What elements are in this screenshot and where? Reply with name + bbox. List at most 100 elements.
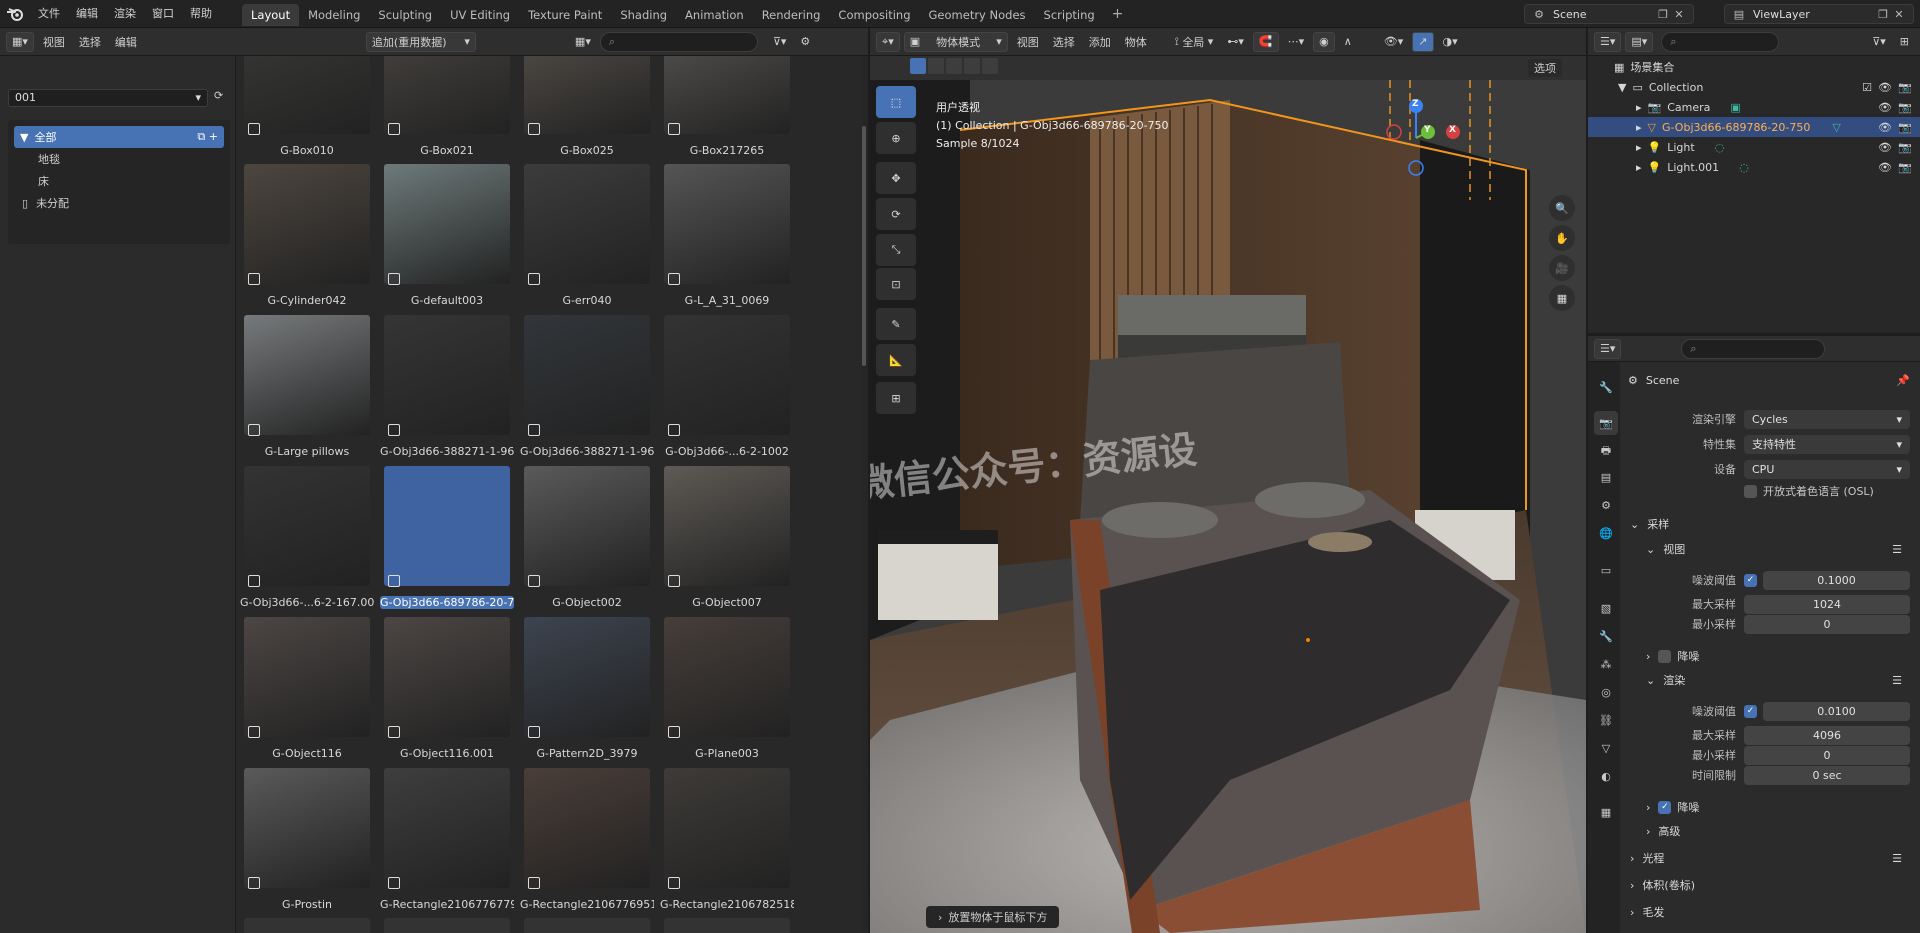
subsection-viewport[interactable]: ⌄ 视图 ☰ bbox=[1646, 537, 1910, 561]
render-tab-icon[interactable]: 📷 bbox=[1594, 411, 1618, 435]
camera-render-icon[interactable]: 📷 bbox=[1898, 121, 1912, 134]
asset-checkbox[interactable] bbox=[668, 575, 680, 587]
denoise-checkbox[interactable] bbox=[1658, 649, 1672, 663]
menu-help[interactable]: 帮助 bbox=[182, 0, 220, 28]
asset-thumbnail[interactable] bbox=[384, 918, 510, 933]
world-tab-icon[interactable]: 🌐 bbox=[1594, 521, 1618, 545]
asset-tile[interactable]: G-Rectangle2106776951 bbox=[520, 768, 654, 919]
vp-max-samples-field[interactable]: 1024 bbox=[1744, 594, 1910, 614]
asset-checkbox[interactable] bbox=[248, 575, 260, 587]
asset-checkbox[interactable] bbox=[668, 877, 680, 889]
camera-render-icon[interactable]: 📷 bbox=[1898, 141, 1912, 154]
asset-tile[interactable]: G-Box010 bbox=[240, 56, 374, 165]
zoom-icon[interactable]: 🔍 bbox=[1549, 195, 1575, 221]
properties-search-input[interactable]: ⌕ bbox=[1681, 338, 1826, 359]
pan-hand-icon[interactable]: ✋ bbox=[1549, 225, 1575, 251]
eye-icon[interactable]: 👁 bbox=[1878, 81, 1892, 94]
blender-logo-icon[interactable] bbox=[0, 0, 30, 28]
menu-select[interactable]: 选择 bbox=[1048, 32, 1080, 52]
operator-hint-bar[interactable]: › 放置物体于鼠标下方 bbox=[926, 906, 1060, 928]
menu-select[interactable]: 选择 bbox=[74, 32, 106, 52]
denoise-render-checkbox[interactable]: ✓ bbox=[1658, 800, 1672, 814]
outliner-root[interactable]: ▦ 场景集合 bbox=[1588, 57, 1920, 77]
falloff-icon[interactable]: ∧ bbox=[1339, 32, 1357, 52]
section-light-paths[interactable]: › 光程 ☰ bbox=[1630, 846, 1910, 870]
asset-tile[interactable]: G-Obj3d66-...6-2-167.002 bbox=[240, 466, 374, 617]
asset-checkbox[interactable] bbox=[248, 424, 260, 436]
eye-icon[interactable]: 👁 bbox=[1878, 101, 1892, 114]
outliner-item-camera[interactable]: ▸ 📷 Camera ▣ 👁 📷 bbox=[1588, 97, 1920, 117]
asset-checkbox[interactable] bbox=[528, 273, 540, 285]
measure-tool-icon[interactable]: 📐 bbox=[876, 344, 916, 376]
select-new-icon[interactable] bbox=[910, 58, 926, 74]
vp-min-samples-field[interactable]: 0 bbox=[1744, 614, 1910, 634]
device-dropdown[interactable]: CPU ▾ bbox=[1744, 459, 1910, 479]
outliner-item-light-001[interactable]: ▸ 💡 Light.001 ◌ 👁 📷 bbox=[1588, 157, 1920, 177]
outliner-item-mesh[interactable]: ▸ ▽ G-Obj3d66-689786-20-750 ▽ 👁 📷 bbox=[1588, 117, 1920, 137]
filter-icon[interactable]: ⊽▾ bbox=[768, 32, 792, 52]
noise-threshold-checkbox[interactable]: ✓ bbox=[1744, 704, 1757, 718]
asset-tile[interactable]: G-Cylinder042 bbox=[240, 164, 374, 315]
menu-edit[interactable]: 编辑 bbox=[110, 32, 142, 52]
subsection-advanced[interactable]: › 高级 bbox=[1646, 819, 1910, 843]
rotate-tool-icon[interactable]: ⟳ bbox=[876, 198, 916, 230]
asset-tile[interactable]: G-Prostin bbox=[240, 768, 374, 919]
annotate-tool-icon[interactable]: ✎ bbox=[876, 308, 916, 340]
tab-sculpting[interactable]: Sculpting bbox=[369, 4, 441, 26]
transform-tool-icon[interactable]: ⊡ bbox=[876, 268, 916, 300]
add-workspace-button[interactable]: + bbox=[1104, 6, 1132, 22]
gear-icon[interactable]: ⚙ bbox=[795, 32, 815, 52]
asset-tile[interactable]: G-Object116 bbox=[240, 617, 374, 768]
asset-checkbox[interactable] bbox=[668, 273, 680, 285]
asset-tile[interactable]: G-L_A_31_0069 bbox=[660, 164, 794, 315]
camera-view-icon[interactable]: 🎥 bbox=[1549, 255, 1575, 281]
asset-thumbnail[interactable] bbox=[244, 918, 370, 933]
checkbox-icon[interactable]: ☑ bbox=[1862, 81, 1872, 94]
display-mode-button[interactable]: ▤▾ bbox=[1625, 31, 1654, 52]
scale-tool-icon[interactable]: ⤡ bbox=[876, 234, 916, 266]
menu-view[interactable]: 视图 bbox=[1012, 32, 1044, 52]
add-catalog-icon[interactable]: ⧉ + bbox=[197, 130, 218, 144]
pivot-icon[interactable]: ⊷▾ bbox=[1222, 32, 1249, 52]
menu-window[interactable]: 窗口 bbox=[144, 0, 182, 28]
filter-icon[interactable]: ⊽▾ bbox=[1867, 32, 1891, 52]
pin-icon[interactable]: 📌 bbox=[1896, 374, 1910, 387]
refresh-icon[interactable]: ⟳ bbox=[214, 89, 230, 107]
asset-checkbox[interactable] bbox=[668, 424, 680, 436]
asset-checkbox[interactable] bbox=[668, 123, 680, 135]
tab-rendering[interactable]: Rendering bbox=[753, 4, 830, 26]
cursor-tool-icon[interactable]: ⊕ bbox=[876, 122, 916, 154]
view-layer-selector[interactable]: ▤ ViewLayer ❐ ✕ bbox=[1724, 4, 1914, 24]
select-intersect-icon[interactable] bbox=[982, 58, 998, 74]
asset-checkbox[interactable] bbox=[388, 726, 400, 738]
subsection-denoise-render[interactable]: › ✓ 降噪 bbox=[1646, 795, 1910, 819]
asset-tile[interactable]: G-Obj3d66-...6-2-1002 bbox=[660, 315, 794, 466]
asset-checkbox[interactable] bbox=[388, 575, 400, 587]
noise-threshold-checkbox[interactable]: ✓ bbox=[1744, 573, 1757, 587]
copy-icon[interactable]: ❐ bbox=[1875, 6, 1891, 22]
asset-checkbox[interactable] bbox=[528, 877, 540, 889]
asset-checkbox[interactable] bbox=[668, 726, 680, 738]
tab-shading[interactable]: Shading bbox=[611, 4, 676, 26]
output-tab-icon[interactable]: 🖶 bbox=[1594, 439, 1618, 463]
viewport-panel[interactable]: ⌖▾ ▣ 物体模式 ▾ 视图 选择 添加 物体 ⟟ 全局 ▾ ⊷▾ 🧲 ⋯▾ ◉ ∧… bbox=[870, 28, 1586, 933]
asset-tile[interactable]: G-Object002 bbox=[520, 466, 654, 617]
editor-type-button[interactable]: ⌖▾ bbox=[876, 31, 900, 52]
asset-search-input[interactable]: ⌕ bbox=[599, 31, 758, 52]
camera-render-icon[interactable]: 📷 bbox=[1898, 81, 1912, 94]
object-tab-icon[interactable]: ▧ bbox=[1594, 596, 1618, 620]
subsection-render[interactable]: ⌄ 渲染 ☰ bbox=[1646, 668, 1910, 692]
view-layer-tab-icon[interactable]: ▤ bbox=[1594, 465, 1618, 489]
select-subtract-icon[interactable] bbox=[946, 58, 962, 74]
feature-set-dropdown[interactable]: 支持特性 ▾ bbox=[1744, 434, 1910, 454]
asset-tile[interactable]: G-Large pillows bbox=[240, 315, 374, 466]
close-icon[interactable]: ✕ bbox=[1671, 6, 1687, 22]
copy-icon[interactable]: ❐ bbox=[1655, 6, 1671, 22]
section-sampling[interactable]: ⌄ 采样 bbox=[1630, 512, 1910, 536]
asset-tile[interactable]: G-err040 bbox=[520, 164, 654, 315]
asset-tile[interactable]: G-Rectangle2106776779 bbox=[380, 768, 514, 919]
asset-checkbox[interactable] bbox=[388, 424, 400, 436]
menu-edit[interactable]: 编辑 bbox=[68, 0, 106, 28]
asset-checkbox[interactable] bbox=[388, 877, 400, 889]
subsection-denoise[interactable]: › 降噪 bbox=[1646, 644, 1910, 668]
